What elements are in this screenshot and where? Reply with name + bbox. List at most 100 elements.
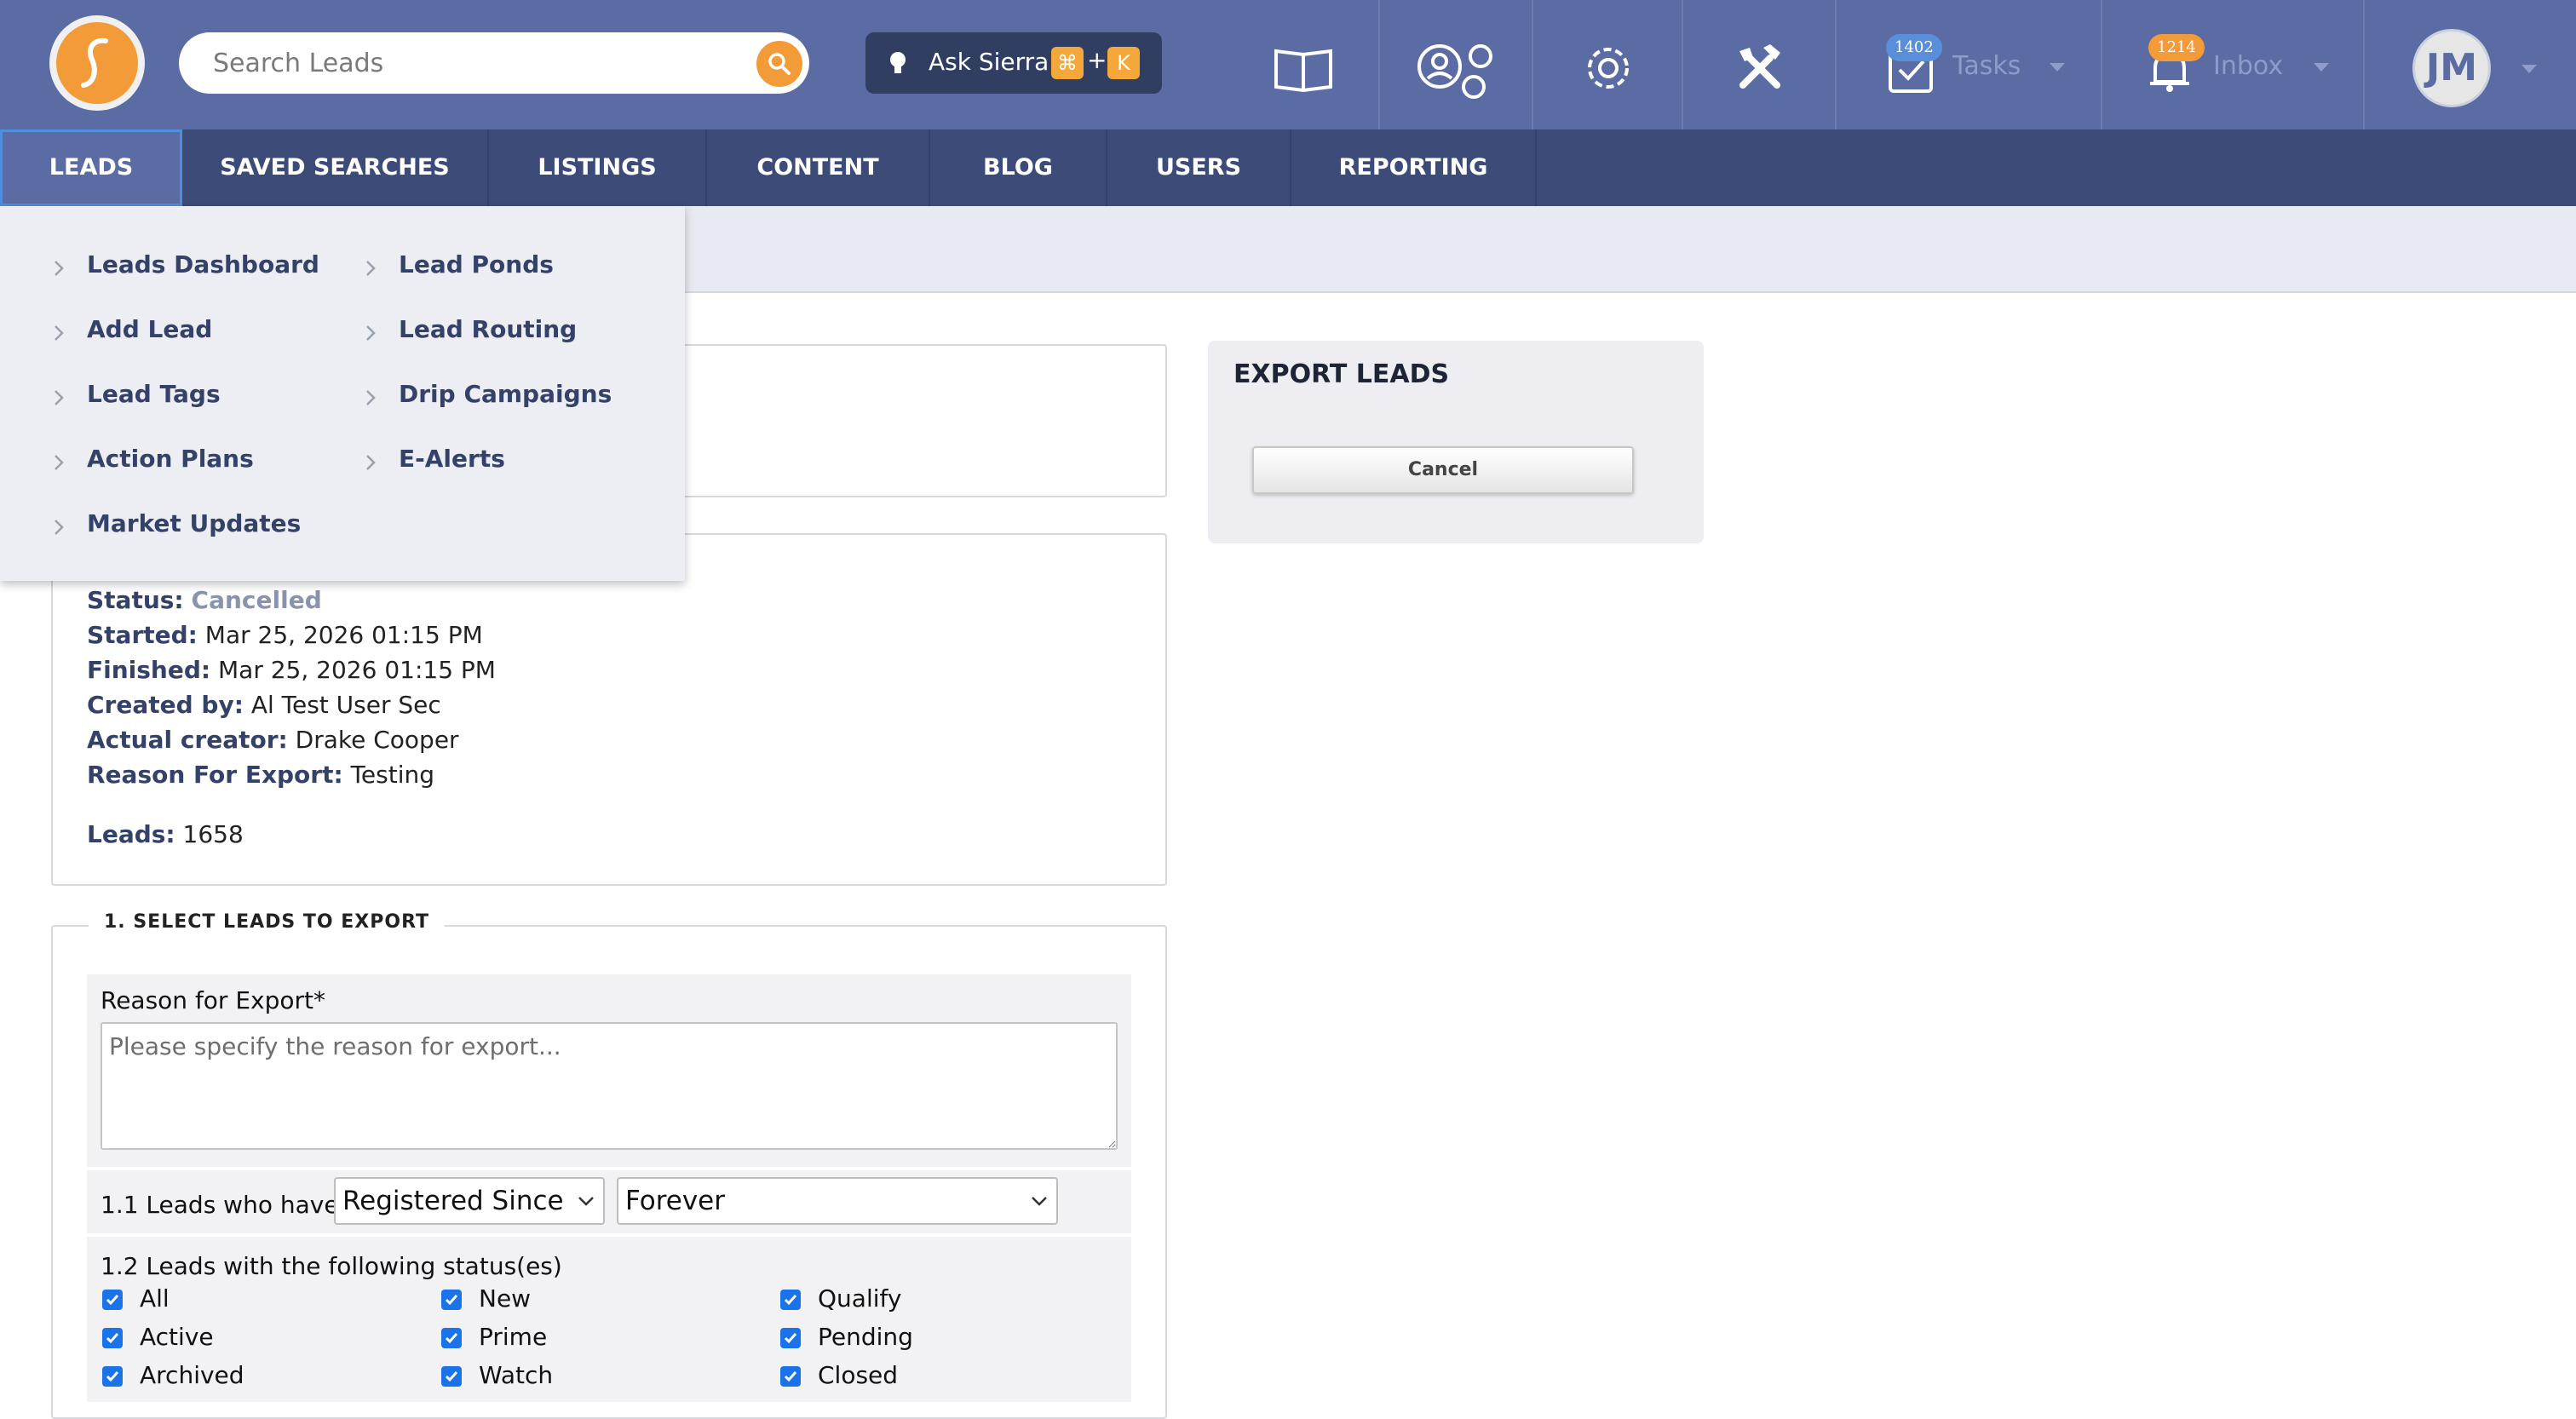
- search-input[interactable]: [213, 43, 724, 83]
- select-leads-legend: 1. SELECT LEADS TO EXPORT: [89, 911, 446, 933]
- logo-s-mark-icon: [81, 37, 108, 88]
- status-checkbox-label: Pending: [818, 1323, 913, 1351]
- shortcut-k-key: K: [1107, 47, 1140, 79]
- leads-menu-item[interactable]: Drip Campaigns: [399, 380, 612, 408]
- date-type-select[interactable]: Registered Since: [334, 1177, 605, 1225]
- status-checkbox-label: Active: [140, 1323, 214, 1351]
- sierra-logo[interactable]: [49, 15, 145, 111]
- actual-creator-line: Actual creator: Drake Cooper: [87, 726, 459, 754]
- actual-creator-label: Actual creator:: [87, 726, 288, 754]
- chevron-down-icon: [1032, 1197, 1047, 1206]
- nav-content[interactable]: CONTENT: [707, 129, 930, 206]
- leads-menu-item[interactable]: Add Lead: [87, 315, 212, 343]
- inbox-menu[interactable]: 1214 Inbox: [2101, 0, 2363, 129]
- reason-label: Reason For Export:: [87, 761, 343, 789]
- leads-menu-item[interactable]: Lead Routing: [399, 315, 577, 343]
- tasks-count-badge: 1402: [1886, 34, 1942, 61]
- leads-menu-item[interactable]: Lead Tags: [87, 380, 221, 408]
- status-checkbox-label: Watch: [479, 1361, 554, 1389]
- status-checkbox[interactable]: [102, 1366, 123, 1387]
- tasks-menu[interactable]: 1402 Tasks: [1835, 0, 2101, 129]
- status-badge: Cancelled: [191, 586, 322, 614]
- status-checkbox[interactable]: [441, 1328, 462, 1348]
- created-by-value: Al Test User Sec: [250, 691, 441, 719]
- leads-count-label: Leads:: [87, 820, 175, 848]
- chevron-right-icon: [53, 518, 65, 540]
- reason-line: Reason For Export: Testing: [87, 761, 434, 789]
- finished-value: Mar 25, 2026 01:15 PM: [218, 656, 496, 684]
- status-checkbox-label: Qualify: [818, 1284, 902, 1313]
- inbox-count-badge: 1214: [2148, 34, 2205, 61]
- status-checkbox[interactable]: [441, 1366, 462, 1387]
- nav-blog[interactable]: BLOG: [930, 129, 1107, 206]
- ask-sierra-label: Ask Sierra: [929, 48, 1049, 76]
- inbox-chevron-down-icon: [2314, 63, 2329, 72]
- user-avatar[interactable]: JM: [2412, 29, 2491, 107]
- tasks-label: Tasks: [1952, 51, 2021, 81]
- chevron-right-icon: [365, 388, 377, 411]
- export-leads-title: EXPORT LEADS: [1233, 359, 1450, 389]
- reason-for-export-input[interactable]: [101, 1022, 1118, 1150]
- started-label: Started:: [87, 621, 198, 649]
- status-checkbox[interactable]: [780, 1366, 801, 1387]
- leads-menu-item[interactable]: E-Alerts: [399, 445, 505, 473]
- status-checkbox[interactable]: [780, 1328, 801, 1348]
- chevron-right-icon: [53, 453, 65, 475]
- status-filter-label: 1.2 Leads with the following status(es): [101, 1252, 562, 1280]
- leads-menu-item[interactable]: Leads Dashboard: [87, 250, 319, 279]
- reason-value: Testing: [350, 761, 435, 789]
- nav-leads[interactable]: LEADS: [0, 129, 182, 206]
- inbox-label: Inbox: [2213, 51, 2284, 81]
- nav-reporting[interactable]: REPORTING: [1291, 129, 1537, 206]
- ask-sierra-button[interactable]: Ask Sierra ⌘ + K: [865, 32, 1162, 94]
- status-checkbox[interactable]: [102, 1290, 123, 1310]
- settings-button[interactable]: [1532, 0, 1682, 129]
- book-icon: [1274, 49, 1332, 92]
- main-nav: LEADS SAVED SEARCHES LISTINGS CONTENT BL…: [0, 129, 2576, 206]
- status-checkbox-label: All: [140, 1284, 170, 1313]
- nav-listings[interactable]: LISTINGS: [489, 129, 707, 206]
- chevron-right-icon: [365, 259, 377, 281]
- search-bar: [179, 32, 809, 94]
- leads-dropdown-menu: Leads Dashboard Add Lead Lead Tags Action P…: [0, 206, 685, 581]
- chevron-right-icon: [53, 324, 65, 346]
- chevron-right-icon: [365, 453, 377, 475]
- created-by-label: Created by:: [87, 691, 244, 719]
- leads-menu-item[interactable]: Market Updates: [87, 509, 301, 537]
- shortcut-plus: +: [1087, 46, 1107, 74]
- nav-users[interactable]: USERS: [1107, 129, 1291, 206]
- date-range-select[interactable]: Forever: [617, 1177, 1058, 1225]
- status-line: Status: Cancelled: [87, 586, 322, 614]
- lightbulb-icon: [890, 52, 906, 73]
- reason-for-export-label: Reason for Export*: [101, 986, 326, 1014]
- leads-menu-item[interactable]: Action Plans: [87, 445, 254, 473]
- search-icon: [768, 53, 791, 75]
- status-checkbox-label: Closed: [818, 1361, 899, 1389]
- resources-button[interactable]: [1227, 0, 1378, 129]
- gear-icon: [1588, 48, 1629, 89]
- reason-row: Reason for Export*: [87, 974, 1131, 1167]
- started-line: Started: Mar 25, 2026 01:15 PM: [87, 621, 483, 649]
- leads-menu-item[interactable]: Lead Ponds: [399, 250, 554, 279]
- status-checkbox-label: New: [479, 1284, 532, 1313]
- actual-creator-value: Drake Cooper: [295, 726, 459, 754]
- tasks-chevron-down-icon: [2050, 63, 2065, 72]
- status-checkbox-label: Prime: [479, 1323, 548, 1351]
- top-bar: Ask Sierra ⌘ + K: [0, 0, 2576, 129]
- status-checkbox[interactable]: [102, 1328, 123, 1348]
- team-button[interactable]: [1378, 0, 1532, 129]
- status-checkbox[interactable]: [441, 1290, 462, 1310]
- leads-count-value: 1658: [182, 820, 244, 848]
- export-leads-panel: EXPORT LEADS Cancel: [1208, 341, 1704, 543]
- nav-saved-searches[interactable]: SAVED SEARCHES: [182, 129, 489, 206]
- status-checkbox-label: Archived: [140, 1361, 244, 1389]
- cancel-button[interactable]: Cancel: [1252, 446, 1634, 494]
- finished-line: Finished: Mar 25, 2026 01:15 PM: [87, 656, 496, 684]
- status-checkbox[interactable]: [780, 1290, 801, 1310]
- tools-button[interactable]: [1682, 0, 1835, 129]
- created-by-line: Created by: Al Test User Sec: [87, 691, 441, 719]
- search-button[interactable]: [756, 41, 802, 87]
- user-chevron-down-icon[interactable]: [2521, 65, 2537, 73]
- leads-who-have-row: 1.1 Leads who have Registered Since Fore…: [87, 1170, 1131, 1233]
- leads-count-line: Leads: 1658: [87, 820, 244, 848]
